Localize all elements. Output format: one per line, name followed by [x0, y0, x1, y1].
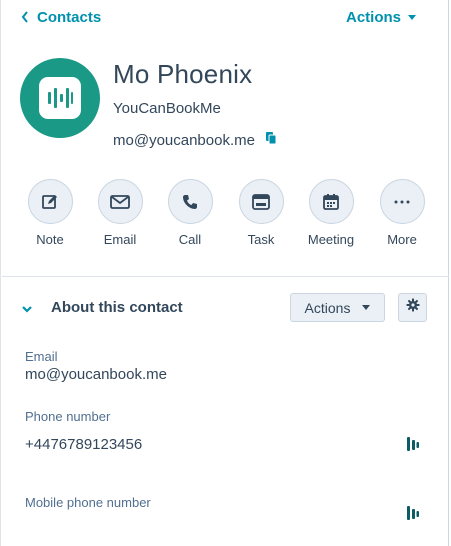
about-actions-label: Actions	[304, 299, 351, 316]
caret-down-icon	[362, 305, 371, 310]
task-icon	[238, 179, 284, 224]
avatar[interactable]	[20, 58, 100, 138]
meeting-action-button[interactable]: Meeting	[301, 179, 361, 247]
settings-button[interactable]	[398, 293, 427, 322]
caret-down-icon	[408, 15, 417, 20]
mobile-phone-field-label: Mobile phone number	[25, 495, 151, 510]
gear-icon	[406, 298, 420, 317]
email-field-value[interactable]: mo@youcanbook.me	[25, 366, 167, 383]
phone-field-value[interactable]: +4476789123456	[25, 436, 142, 453]
section-divider	[2, 276, 449, 277]
copy-icon[interactable]	[265, 131, 277, 149]
more-icon	[379, 179, 425, 224]
contact-email-row: mo@youcanbook.me	[113, 131, 277, 149]
note-label: Note	[36, 232, 64, 247]
more-action-button[interactable]: More	[372, 179, 432, 247]
calling-app-icon[interactable]	[406, 436, 420, 457]
contact-company: YouCanBookMe	[113, 100, 221, 117]
more-label: More	[387, 232, 417, 247]
task-label: Task	[247, 232, 275, 247]
edit-icon	[27, 179, 73, 224]
email-action-button[interactable]: Email	[90, 179, 150, 247]
actions-label: Actions	[346, 9, 402, 26]
calendar-icon	[308, 179, 354, 224]
call-label: Call	[178, 232, 202, 247]
calling-app-icon[interactable]	[406, 505, 420, 526]
contact-name[interactable]: Mo Phoenix	[113, 59, 252, 90]
about-section-title[interactable]: About this contact	[51, 299, 183, 316]
meeting-label: Meeting	[307, 232, 355, 247]
phone-field-label: Phone number	[25, 409, 111, 424]
phone-icon	[167, 179, 213, 224]
back-label: Contacts	[37, 9, 102, 26]
company-logo-icon	[39, 77, 81, 119]
task-action-button[interactable]: Task	[231, 179, 291, 247]
chevron-left-icon	[21, 10, 29, 25]
contact-sidebar: Contacts Actions Mo Phoenix YouCanBookMe…	[0, 0, 449, 546]
contact-email: mo@youcanbook.me	[113, 131, 255, 149]
back-to-contacts-link[interactable]: Contacts	[21, 9, 101, 26]
actions-dropdown[interactable]: Actions	[346, 9, 417, 26]
email-icon	[97, 179, 143, 224]
email-label: Email	[103, 232, 137, 247]
call-action-button[interactable]: Call	[160, 179, 220, 247]
email-field-label: Email	[25, 349, 58, 364]
note-action-button[interactable]: Note	[20, 179, 80, 247]
chevron-down-icon[interactable]	[21, 301, 33, 319]
about-actions-button[interactable]: Actions	[290, 293, 385, 322]
